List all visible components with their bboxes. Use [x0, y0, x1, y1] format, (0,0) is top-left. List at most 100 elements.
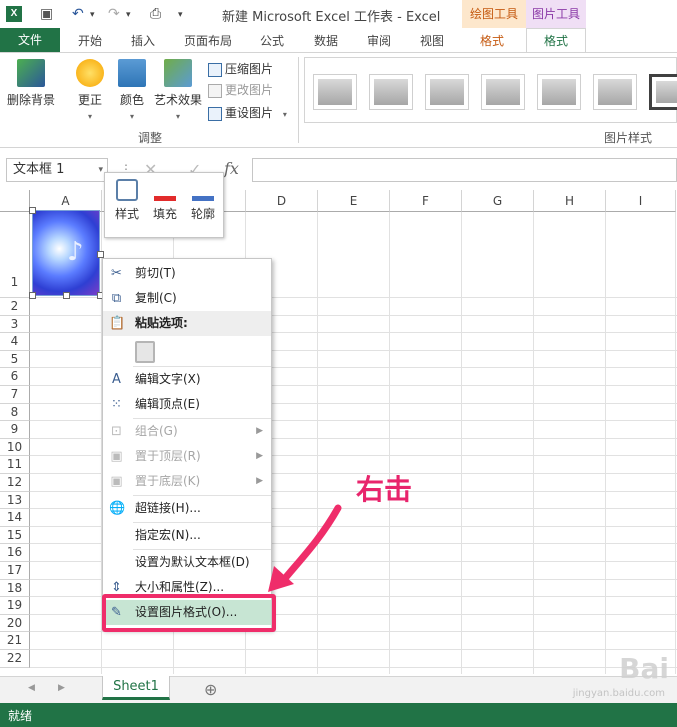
fill-button[interactable]: 填充: [147, 179, 183, 222]
compress-pictures-button[interactable]: 压缩图片: [208, 59, 273, 79]
row-header-13[interactable]: 13: [0, 491, 30, 510]
tab-formulas[interactable]: 公式: [260, 32, 284, 49]
row-header-19[interactable]: 19: [0, 597, 30, 615]
artistic-effects-button[interactable]: 艺术效果 ▾: [152, 59, 204, 122]
column-header-h[interactable]: H: [534, 190, 606, 212]
remove-background-label: 删除背景: [6, 93, 55, 107]
picture-style-2[interactable]: [369, 74, 413, 110]
redo-icon[interactable]: ↷: [108, 6, 120, 22]
row-header-22[interactable]: 22: [0, 650, 30, 668]
row-header-2[interactable]: 2: [0, 298, 30, 316]
save-icon[interactable]: ▣: [40, 6, 53, 22]
corrections-button[interactable]: 更正 ▾: [70, 59, 110, 122]
row-header-14[interactable]: 14: [0, 509, 30, 527]
column-header-a[interactable]: A: [30, 190, 102, 212]
copy-icon: ⧉: [111, 291, 122, 306]
picture-style-4[interactable]: [481, 74, 525, 110]
menu-hyperlink[interactable]: 🌐 超链接(H)...: [103, 496, 271, 521]
insert-function-icon[interactable]: fx: [224, 159, 239, 178]
row-header-6[interactable]: 6: [0, 368, 30, 386]
column-header-e[interactable]: E: [318, 190, 390, 212]
row-header-10[interactable]: 10: [0, 438, 30, 457]
add-sheet-icon[interactable]: ⊕: [204, 680, 217, 699]
menu-edit-points[interactable]: ⁙ 编辑顶点(E): [103, 392, 271, 417]
column-header-i[interactable]: I: [606, 190, 676, 212]
picture-style-6[interactable]: [593, 74, 637, 110]
row-header-17[interactable]: 17: [0, 562, 30, 580]
sheet-tab-sheet1[interactable]: Sheet1: [102, 676, 170, 700]
menu-group[interactable]: ⊡ 组合(G) ▶: [103, 419, 271, 444]
row-header-5[interactable]: 5: [0, 350, 30, 369]
selected-picture[interactable]: ♪: [29, 207, 104, 299]
undo-dropdown-icon[interactable]: ▾: [90, 10, 95, 20]
menu-assign-macro[interactable]: 指定宏(N)...: [103, 523, 271, 548]
window-title: 新建 Microsoft Excel 工作表 - Excel: [222, 10, 441, 25]
select-all-corner[interactable]: [0, 190, 30, 212]
column-header-f[interactable]: F: [390, 190, 462, 212]
menu-send-back-label: 置于底层(K): [135, 474, 201, 488]
qat-customize-icon[interactable]: ▾: [178, 10, 183, 20]
tab-page-layout[interactable]: 页面布局: [184, 32, 232, 49]
resize-handle-mr[interactable]: [97, 251, 104, 258]
style-button[interactable]: 样式: [109, 179, 145, 222]
row-header-18[interactable]: 18: [0, 579, 30, 598]
compress-pictures-icon: [208, 62, 222, 77]
excel-logo-icon[interactable]: X: [6, 6, 22, 22]
resize-handle-bl[interactable]: [29, 292, 36, 299]
resize-handle-tl[interactable]: [29, 207, 36, 214]
tab-picture-format[interactable]: 格式: [526, 28, 586, 53]
print-preview-icon[interactable]: ⎙: [150, 6, 161, 22]
row-header-20[interactable]: 20: [0, 614, 30, 633]
paste-option-button[interactable]: [103, 337, 271, 365]
scroll-sheets-right-icon[interactable]: ▶: [58, 683, 65, 693]
name-box[interactable]: 文本框 1 ▾: [6, 158, 108, 182]
picture-style-7[interactable]: [649, 74, 677, 110]
size-icon: ⇕: [111, 580, 122, 595]
picture-style-5[interactable]: [537, 74, 581, 110]
outline-button[interactable]: 轮廓: [185, 179, 221, 222]
undo-icon[interactable]: ↶: [72, 6, 84, 22]
row-header-21[interactable]: 21: [0, 632, 30, 650]
reset-picture-button[interactable]: 重设图片 ▾: [208, 103, 287, 123]
row-header-1[interactable]: 1: [0, 212, 30, 298]
tab-home[interactable]: 开始: [78, 32, 102, 49]
picture-style-3[interactable]: [425, 74, 469, 110]
menu-send-back[interactable]: ▣ 置于底层(K) ▶: [103, 469, 271, 494]
name-box-dropdown-icon[interactable]: ▾: [98, 159, 103, 181]
column-header-d[interactable]: D: [246, 190, 318, 212]
picture-style-1[interactable]: [313, 74, 357, 110]
menu-bring-front[interactable]: ▣ 置于顶层(R) ▶: [103, 444, 271, 469]
row-header-16[interactable]: 16: [0, 544, 30, 562]
ribbon-tabs: 文件 开始 插入 页面布局 公式 数据 审阅 视图 格式 格式: [0, 28, 677, 53]
tab-insert[interactable]: 插入: [131, 32, 155, 49]
formula-input[interactable]: [252, 158, 677, 182]
menu-edit-text[interactable]: A 编辑文字(X): [103, 367, 271, 392]
row-header-9[interactable]: 9: [0, 421, 30, 439]
menu-cut[interactable]: ✂ 剪切(T): [103, 261, 271, 286]
redo-dropdown-icon[interactable]: ▾: [126, 10, 131, 20]
row-header-3[interactable]: 3: [0, 315, 30, 334]
row-header-7[interactable]: 7: [0, 386, 30, 404]
picture-tools-text: 图片工具: [531, 7, 580, 21]
tab-review[interactable]: 审阅: [367, 32, 391, 49]
color-button[interactable]: 颜色 ▾: [112, 59, 152, 122]
menu-copy[interactable]: ⧉ 复制(C): [103, 286, 271, 311]
change-picture-button[interactable]: 更改图片: [208, 80, 273, 100]
row-header-4[interactable]: 4: [0, 333, 30, 351]
resize-handle-bm[interactable]: [63, 292, 70, 299]
remove-background-button[interactable]: 删除背景: [4, 59, 58, 108]
scroll-sheets-left-icon[interactable]: ◀: [28, 683, 35, 693]
column-header-g[interactable]: G: [462, 190, 534, 212]
shape-style-icon: [116, 179, 138, 201]
tab-drawing-format[interactable]: 格式: [480, 32, 504, 49]
tab-data[interactable]: 数据: [314, 32, 338, 49]
color-icon: [118, 59, 146, 87]
row-header-8[interactable]: 8: [0, 403, 30, 422]
tab-view[interactable]: 视图: [420, 32, 444, 49]
tab-file[interactable]: 文件: [0, 28, 60, 52]
row-header-12[interactable]: 12: [0, 474, 30, 492]
menu-set-default-textbox[interactable]: 设置为默认文本框(D): [103, 550, 271, 575]
menu-paste-options: 📋 粘贴选项:: [103, 311, 271, 336]
row-header-11[interactable]: 11: [0, 456, 30, 474]
row-header-15[interactable]: 15: [0, 526, 30, 545]
